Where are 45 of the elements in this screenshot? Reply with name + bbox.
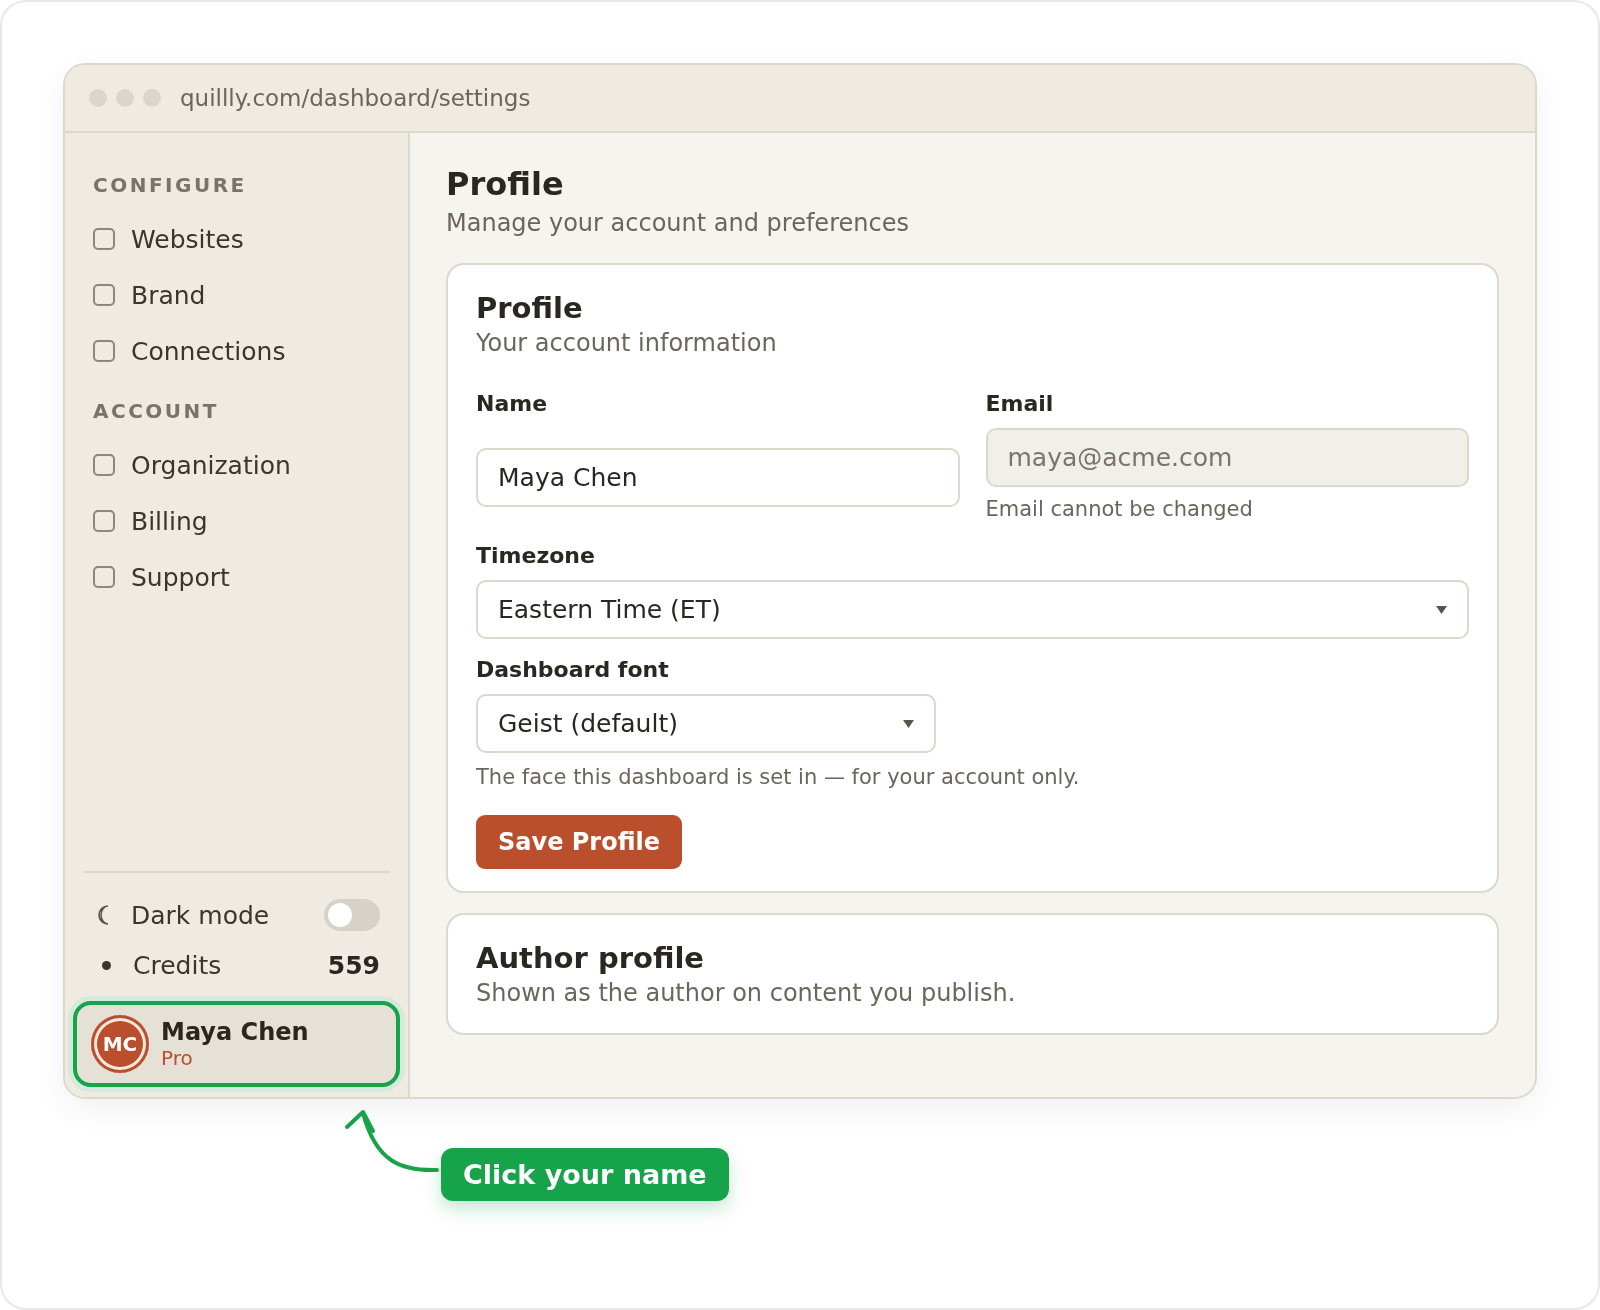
window-dot-icon	[143, 89, 161, 107]
avatar-initials: MC	[91, 1015, 149, 1073]
sidebar-item[interactable]: Support	[93, 549, 402, 605]
user-plan: Pro	[161, 1046, 194, 1070]
square-icon	[93, 454, 115, 476]
square-icon	[93, 284, 115, 306]
square-icon	[93, 566, 115, 588]
save-profile-button[interactable]: Save Profile	[476, 815, 682, 869]
section-heading: CONFIGURE	[93, 173, 248, 197]
section-heading: ACCOUNT	[93, 399, 220, 423]
field-hint: Email cannot be changed	[985, 497, 1254, 521]
caret-icon	[1436, 605, 1447, 614]
address-url[interactable]: quillly.com/dashboard/settings	[180, 85, 531, 111]
sidebar-item[interactable]: Billing	[93, 493, 402, 549]
credits-count: 559	[327, 950, 380, 980]
name-field[interactable]: Maya Chen	[476, 448, 960, 507]
field-hint: The face this dashboard is set in — for your account only.	[476, 765, 1080, 789]
bullet-icon	[102, 960, 111, 970]
square-icon	[93, 228, 115, 250]
font-select[interactable]: Geist (default)	[476, 694, 936, 753]
card-subtitle: Your account information	[476, 329, 777, 357]
window-dot-icon	[116, 89, 134, 107]
timezone-select[interactable]: Eastern Time (ET)	[476, 580, 1469, 639]
sidebar-item[interactable]: Brand	[93, 267, 402, 323]
dark-mode-label: Dark mode	[131, 900, 271, 930]
card-subtitle: Shown as the author on content you publish.	[476, 979, 1016, 1007]
square-icon	[93, 510, 115, 532]
field-label: Name	[476, 391, 549, 416]
square-icon	[93, 340, 115, 362]
card-title: Profile	[476, 291, 583, 325]
page-title: Profile	[446, 165, 565, 203]
sidebar-item[interactable]: Organization	[93, 437, 402, 493]
caret-icon	[903, 719, 914, 728]
card-title: Author profile	[476, 941, 704, 975]
field-label: Email	[985, 391, 1055, 416]
page-subtitle: Manage your account and preferences	[446, 209, 910, 237]
user-name: Maya Chen	[161, 1018, 309, 1046]
credits-label: Credits	[133, 950, 223, 980]
sidebar-item[interactable]: Connections	[93, 323, 402, 379]
window-dot-icon	[89, 89, 107, 107]
field-label: Dashboard font	[476, 657, 669, 682]
field-label: Timezone	[476, 543, 595, 568]
dark-mode-toggle[interactable]	[324, 899, 380, 931]
sidebar-item[interactable]: Websites	[93, 211, 402, 267]
callout-label: Click your name	[441, 1148, 729, 1201]
